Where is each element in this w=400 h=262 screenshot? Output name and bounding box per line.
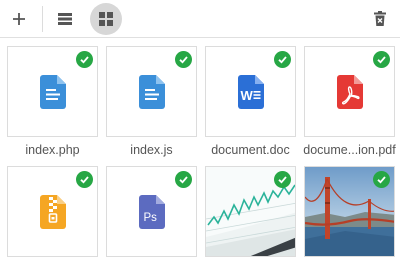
selected-check-icon[interactable] bbox=[373, 171, 390, 188]
file-name: index.js bbox=[130, 143, 173, 157]
pdf-icon bbox=[336, 74, 363, 109]
grid-view-icon bbox=[99, 12, 113, 26]
selected-check-icon[interactable] bbox=[373, 51, 390, 68]
svg-text:Ps: Ps bbox=[143, 212, 157, 224]
grid-view-button[interactable] bbox=[90, 3, 122, 35]
photoshop-icon: Ps bbox=[138, 194, 165, 229]
selected-check-icon[interactable] bbox=[76, 51, 93, 68]
toolbar bbox=[0, 0, 400, 38]
list-view-button[interactable] bbox=[52, 6, 78, 32]
selected-check-icon[interactable] bbox=[175, 51, 192, 68]
file-name: index.php bbox=[25, 143, 80, 157]
delete-button[interactable] bbox=[367, 6, 393, 32]
file-name: document.doc bbox=[211, 143, 290, 157]
add-button[interactable] bbox=[6, 6, 32, 32]
selected-check-icon[interactable] bbox=[175, 171, 192, 188]
document-icon bbox=[39, 74, 66, 109]
delete-icon bbox=[374, 11, 386, 26]
file-name: docume...ion.pdf bbox=[303, 143, 396, 157]
selected-check-icon[interactable] bbox=[274, 51, 291, 68]
svg-text:W: W bbox=[240, 88, 253, 103]
toolbar-divider bbox=[42, 6, 43, 32]
word-document-icon: W bbox=[237, 74, 264, 109]
plus-icon bbox=[13, 13, 25, 25]
selected-check-icon[interactable] bbox=[76, 171, 93, 188]
list-view-icon bbox=[58, 13, 72, 25]
archive-zip-icon bbox=[39, 194, 66, 229]
selected-check-icon[interactable] bbox=[274, 171, 291, 188]
document-icon bbox=[138, 74, 165, 109]
file-grid: index.php index.js W document.doc docume… bbox=[0, 38, 400, 262]
